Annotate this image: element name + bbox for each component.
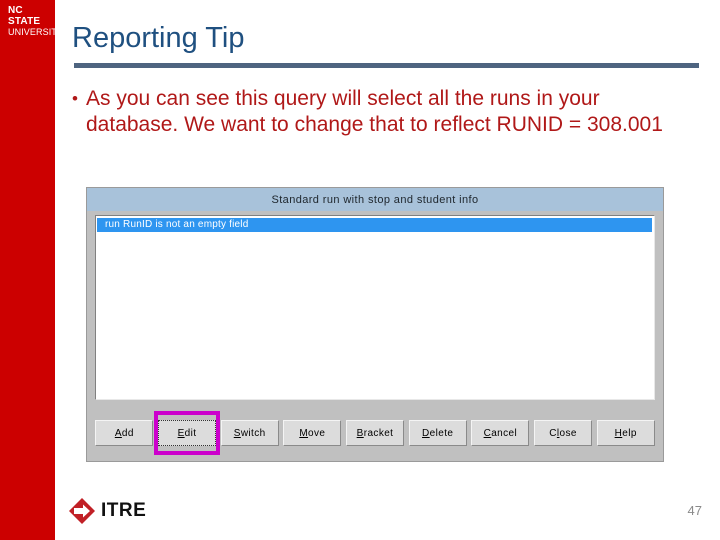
bullet-marker-icon: •	[72, 89, 78, 108]
table-row[interactable]: run RunID is not an empty field	[97, 218, 652, 232]
bullet-list: • As you can see this query will select …	[64, 86, 674, 138]
close-button[interactable]: Cl ose	[534, 420, 593, 446]
add-button[interactable]: Add	[95, 420, 154, 446]
nc-state-logo: NC STATE UNIVERSITY	[8, 5, 64, 37]
bracket-button-accel: B	[356, 427, 364, 439]
move-button[interactable]: Move	[283, 420, 342, 446]
cancel-button[interactable]: Cancel	[471, 420, 530, 446]
add-button-label: dd	[121, 427, 134, 439]
help-button-accel: H	[614, 427, 623, 439]
edit-button[interactable]: Edit	[158, 420, 216, 446]
help-button-slot: Help	[594, 411, 657, 455]
edit-button-slot: Edit	[156, 411, 219, 455]
move-button-accel: M	[299, 427, 309, 439]
criteria-listbox[interactable]: run RunID is not an empty field	[95, 215, 655, 400]
switch-button-label: witch	[240, 427, 266, 439]
cancel-button-accel: C	[483, 427, 492, 439]
bullet-text: As you can see this query will select al…	[86, 87, 663, 136]
list-item: • As you can see this query will select …	[64, 86, 674, 138]
cancel-button-label: ancel	[491, 427, 518, 439]
brand-bar: NC STATE UNIVERSITY	[0, 0, 64, 540]
title-divider	[74, 63, 699, 68]
edit-button-label: dit	[184, 427, 197, 439]
dialog-titlebar: Standard run with stop and student info	[87, 188, 663, 211]
switch-button-slot: Switch	[218, 411, 281, 455]
dialog-title: Standard run with stop and student info	[271, 193, 479, 206]
delete-button-accel: D	[422, 427, 430, 439]
help-button-label: elp	[622, 427, 637, 439]
bracket-button[interactable]: Bracket	[346, 420, 405, 446]
move-button-label: ove	[308, 427, 326, 439]
itre-logo-text: ITRE	[101, 500, 147, 521]
edit-button-accel: E	[177, 427, 185, 439]
delete-button-label: elete	[429, 427, 454, 439]
page-number: 47	[687, 503, 702, 518]
cancel-button-slot: Cancel	[469, 411, 532, 455]
nc-state-logo-line2: UNIVERSITY	[8, 27, 64, 37]
bracket-button-label: racket	[363, 427, 394, 439]
nc-state-logo-line1: NC STATE	[8, 5, 41, 27]
itre-logo: ITRE	[68, 497, 146, 525]
add-button-slot: Add	[93, 411, 156, 455]
add-button-accel: A	[114, 427, 122, 439]
help-button[interactable]: Help	[596, 420, 655, 446]
switch-button-accel: S	[233, 427, 241, 439]
delete-button-slot: Delete	[406, 411, 469, 455]
itre-diamond-arrow-icon	[68, 497, 96, 525]
move-button-slot: Move	[281, 411, 344, 455]
bracket-button-slot: Bracket	[344, 411, 407, 455]
close-button-slot: Cl ose	[532, 411, 595, 455]
query-dialog: Standard run with stop and student info …	[86, 187, 664, 462]
delete-button[interactable]: Delete	[408, 420, 467, 446]
close-button-prefix: C	[549, 427, 557, 439]
switch-button[interactable]: Switch	[220, 420, 279, 446]
dialog-button-row: Add Edit Switch Move Bracket Delete Canc…	[87, 411, 663, 455]
page-title: Reporting Tip	[72, 22, 245, 54]
close-button-label: ose	[559, 427, 577, 439]
dialog-body: run RunID is not an empty field	[87, 211, 663, 404]
